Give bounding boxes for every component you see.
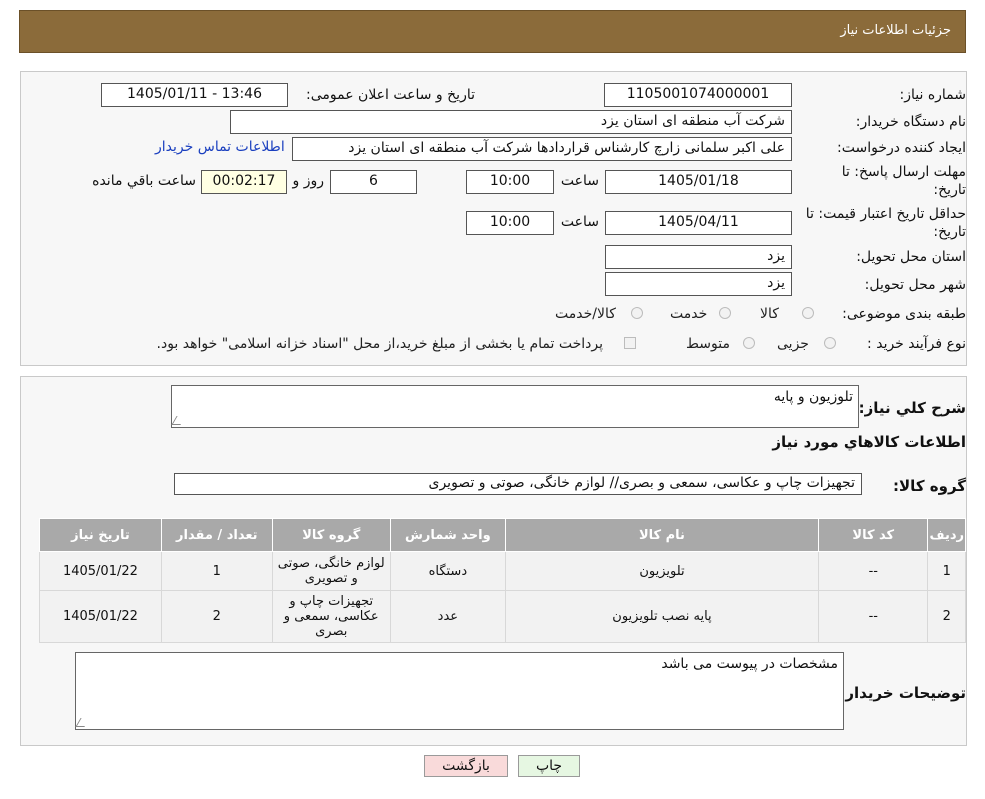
deadline-time-field[interactable]: 10:00 <box>466 170 554 194</box>
cell-date: 1405/01/22 <box>39 551 162 591</box>
category-label: طبقه بندی موضوعی: <box>842 306 966 322</box>
need-number-field[interactable]: 1105001074000001 <box>604 83 792 107</box>
remaining-days-field[interactable]: 6 <box>330 170 417 194</box>
col-header-qty: تعداد / مقدار <box>160 518 273 552</box>
goods-group-label: گروه كالا: <box>893 477 966 495</box>
page-header: جزئیات اطلاعات نیاز <box>19 10 966 53</box>
cell-group: تجهیزات چاپ و عکاسی، سمعی و بصری <box>271 590 391 643</box>
validity-label-date: تاریخ: <box>933 224 966 240</box>
validity-date-field[interactable]: 1405/04/11 <box>605 211 792 235</box>
treasury-note: پرداخت تمام یا بخشی از مبلغ خرید،از محل … <box>156 336 603 352</box>
cell-name: پایه نصب تلویزیون <box>504 590 820 643</box>
goods-table-header: ردیف کد کالا نام کالا واحد شمارش گروه کا… <box>39 518 966 552</box>
category-radio-goods[interactable] <box>802 307 814 319</box>
cell-unit: عدد <box>389 590 506 643</box>
cell-unit: دستگاه <box>389 551 506 591</box>
col-header-date: تاریخ نیاز <box>39 518 162 552</box>
process-type-label: نوع فرآیند خرید : <box>867 336 966 352</box>
table-row: 2 -- پایه نصب تلویزیون عدد تجهیزات چاپ و… <box>39 590 966 643</box>
need-number-label: شماره نیاز: <box>899 87 967 103</box>
col-header-row: ردیف <box>927 518 966 552</box>
print-button[interactable]: چاپ <box>518 755 580 777</box>
buyer-contact-link[interactable]: اطلاعات تماس خریدار <box>155 139 285 155</box>
category-radio-goods-service[interactable] <box>631 307 643 319</box>
summary-textarea[interactable]: تلوزیون و پایه <box>171 385 859 428</box>
table-row: 1 -- تلویزیون دستگاه لوازم خانگی، صوتی و… <box>39 551 966 591</box>
buyer-notes-text: مشخصات در پیوست می باشد <box>661 656 838 672</box>
buyer-notes-textarea[interactable]: مشخصات در پیوست می باشد <box>75 652 844 730</box>
province-label: استان محل تحویل: <box>856 249 966 265</box>
summary-label: شرح كلي نياز: <box>858 399 966 417</box>
buyer-org-label: نام دستگاه خریدار: <box>855 114 966 130</box>
resize-handle-icon[interactable] <box>75 718 90 727</box>
cell-qty: 2 <box>160 590 273 643</box>
process-radio-small[interactable] <box>824 337 836 349</box>
treasury-checkbox[interactable] <box>624 337 636 349</box>
deadline-time-label: ساعت <box>560 173 599 189</box>
col-header-name: نام کالا <box>504 518 820 552</box>
resize-handle-icon[interactable] <box>171 416 186 425</box>
category-radio-service[interactable] <box>719 307 731 319</box>
goods-table: ردیف کد کالا نام کالا واحد شمارش گروه کا… <box>39 518 966 643</box>
validity-time-label: ساعت <box>560 214 599 230</box>
validity-label: حداقل تاریخ اعتبار قیمت: تا <box>805 206 966 222</box>
cell-name: تلویزیون <box>504 551 820 591</box>
city-label: شهر محل تحویل: <box>864 277 966 293</box>
back-button[interactable]: بازگشت <box>424 755 508 777</box>
requester-field[interactable]: علی اکبر سلمانی زارچ کارشناس قراردادها ش… <box>292 137 792 161</box>
goods-info-title: اطلاعات كالاهاي مورد نياز <box>772 433 966 451</box>
validity-time-field[interactable]: 10:00 <box>466 211 554 235</box>
requester-label: ایجاد کننده درخواست: <box>837 140 966 156</box>
page-title: جزئیات اطلاعات نیاز <box>840 23 951 38</box>
process-option-small: جزیی <box>777 336 809 352</box>
days-and-label: روز و <box>292 173 325 189</box>
category-option-goods-service: کالا/خدمت <box>555 306 616 322</box>
buyer-notes-label: توضیحات خریدار: <box>839 684 966 702</box>
category-option-service: خدمت <box>670 306 708 322</box>
col-header-code: کد کالا <box>818 518 929 552</box>
cell-date: 1405/01/22 <box>39 590 162 643</box>
cell-row: 2 <box>927 590 966 643</box>
cell-code: -- <box>818 551 929 591</box>
deadline-label: مهلت ارسال پاسخ: تا <box>841 164 966 180</box>
deadline-date-field[interactable]: 1405/01/18 <box>605 170 792 194</box>
process-option-medium: متوسط <box>686 336 730 352</box>
cell-row: 1 <box>927 551 966 591</box>
cell-code: -- <box>818 590 929 643</box>
goods-group-field[interactable]: تجهیزات چاپ و عکاسی، سمعی و بصری// لوازم… <box>174 473 862 495</box>
announce-date-field[interactable]: 1405/01/11 - 13:46 <box>101 83 288 107</box>
announce-date-label: تاریخ و ساعت اعلان عمومی: <box>306 87 475 103</box>
cell-qty: 1 <box>160 551 273 591</box>
cell-group: لوازم خانگی، صوتی و تصویری <box>271 551 391 591</box>
remaining-time-field: 00:02:17 <box>201 170 287 194</box>
col-header-unit: واحد شمارش <box>389 518 506 552</box>
city-field[interactable]: یزد <box>605 272 792 296</box>
col-header-group: گروه کالا <box>271 518 391 552</box>
province-field[interactable]: یزد <box>605 245 792 269</box>
process-radio-medium[interactable] <box>743 337 755 349</box>
summary-text: تلوزیون و پایه <box>773 389 853 405</box>
category-option-goods: کالا <box>760 306 779 322</box>
remaining-time-label: ساعت باقي مانده <box>92 173 196 189</box>
deadline-label-date: تاریخ: <box>933 182 966 198</box>
buyer-org-field[interactable]: شرکت آب منطقه ای استان یزد <box>230 110 792 134</box>
